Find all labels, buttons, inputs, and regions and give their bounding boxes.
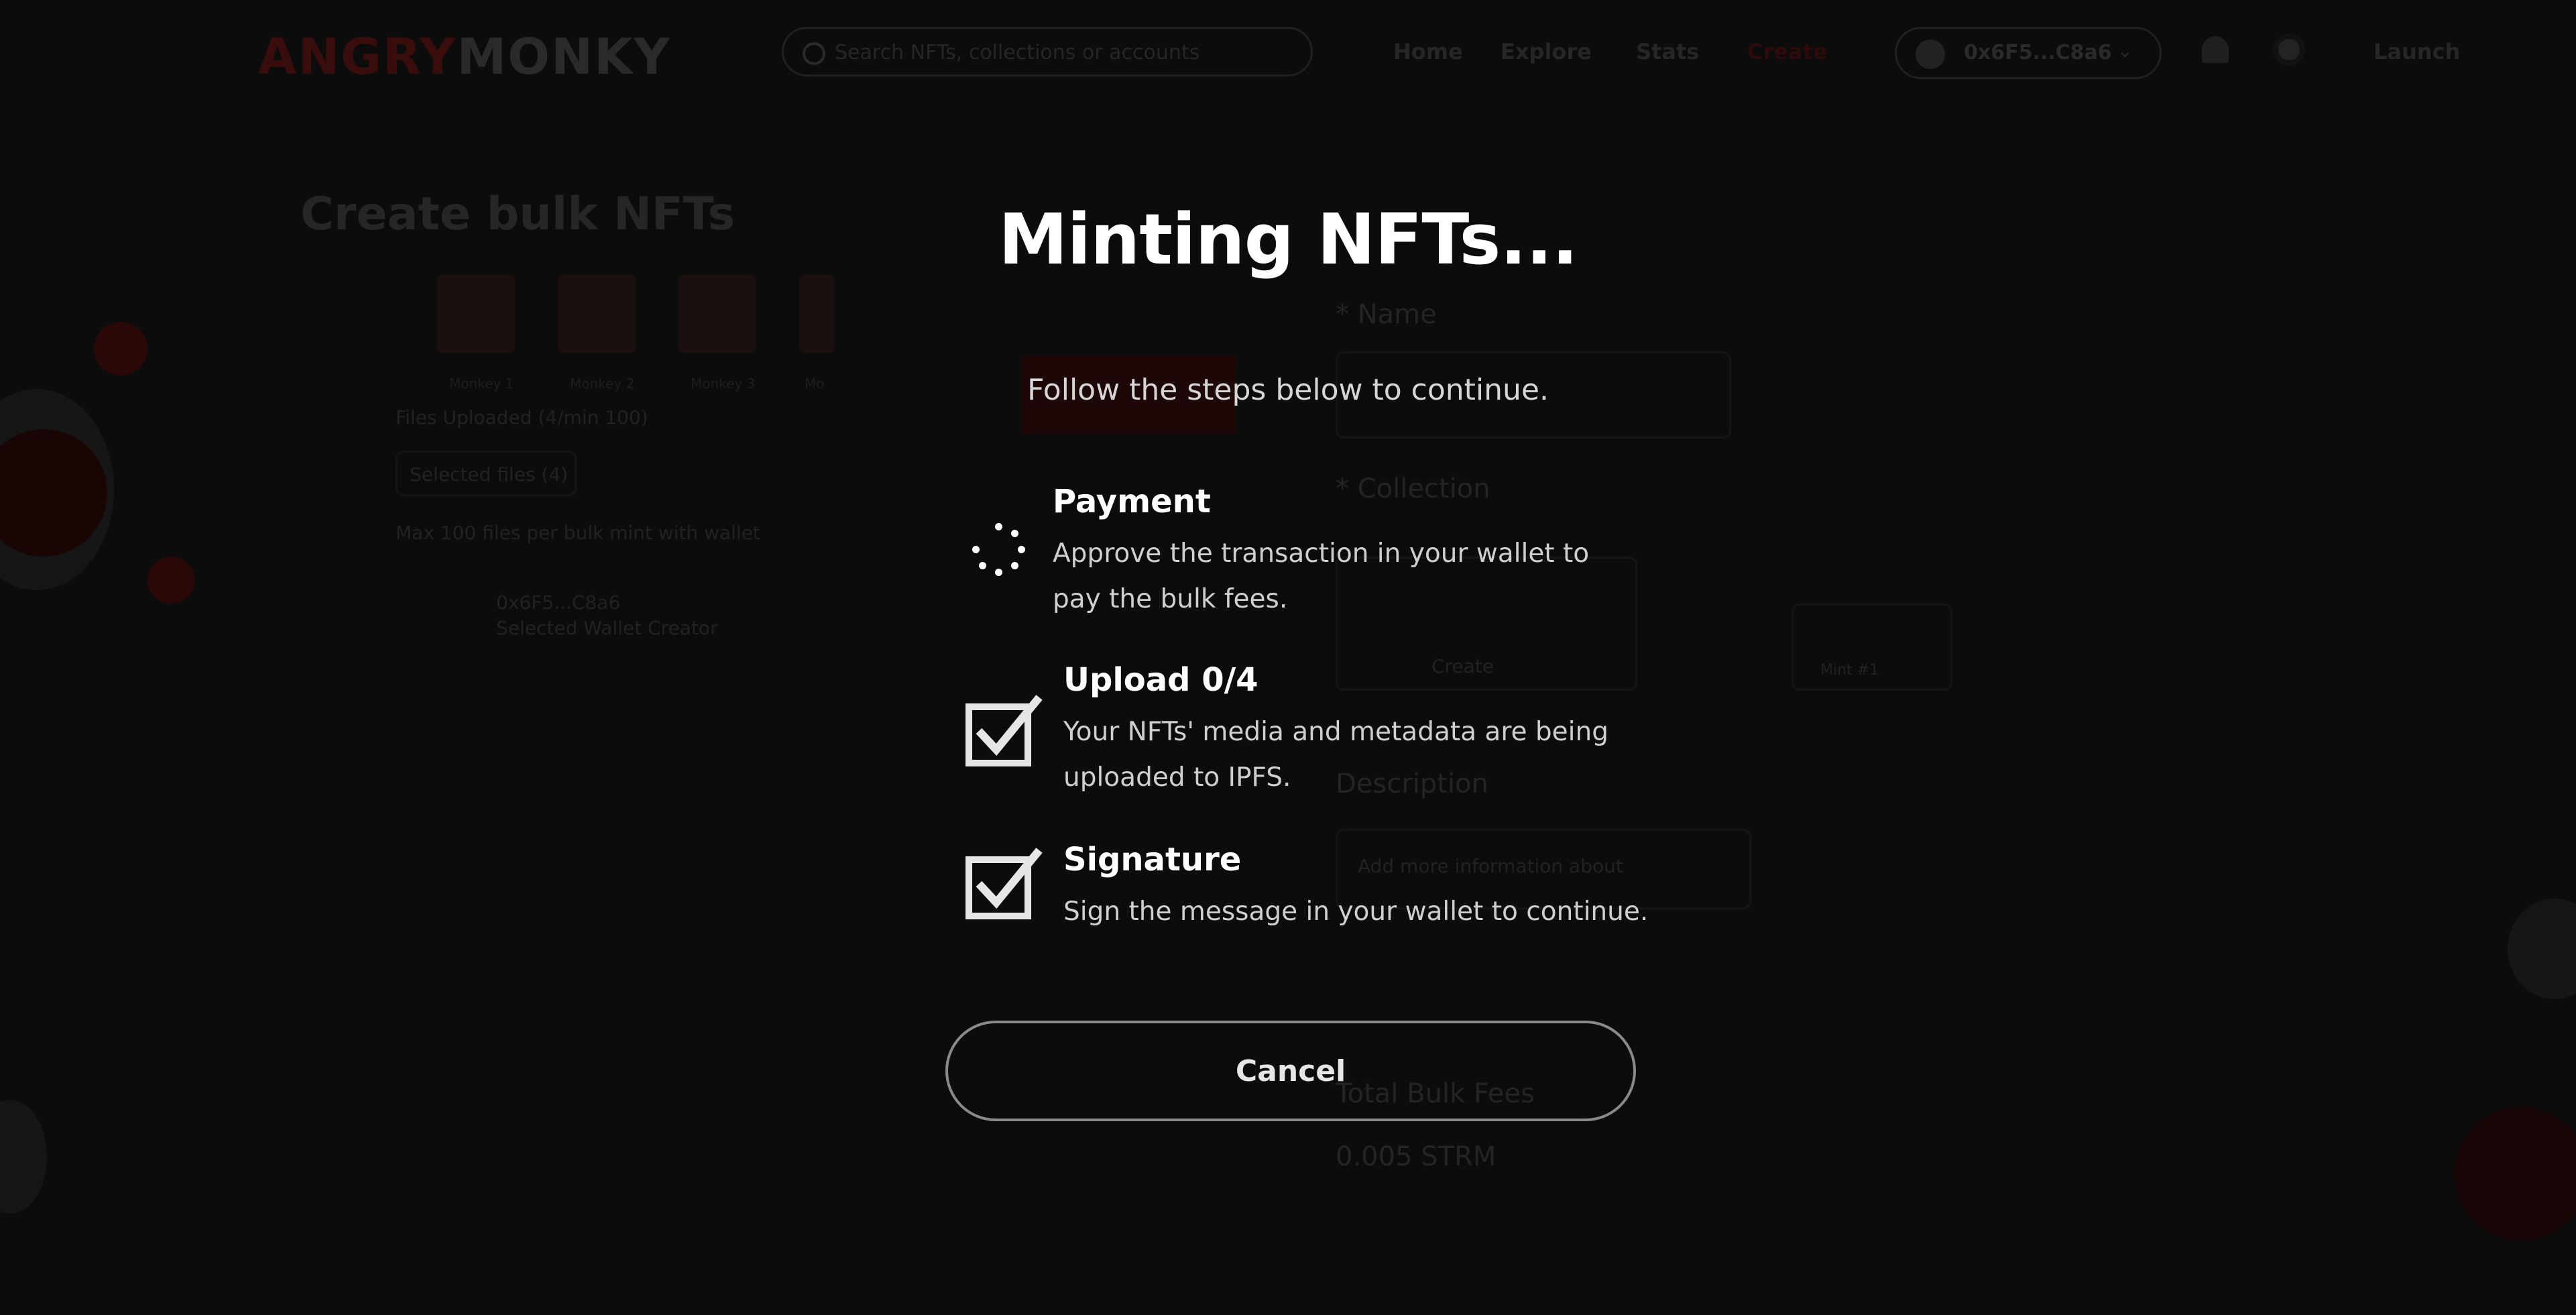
- step-description: Your NFTs' media and metadata are being …: [1063, 717, 1608, 793]
- step-description: Approve the transaction in your wallet t…: [1053, 538, 1590, 614]
- step-title: Signature: [1063, 841, 1242, 878]
- nav-home: Home: [1393, 39, 1463, 64]
- avatar: [1916, 40, 1945, 69]
- loading-spinner-icon: [972, 523, 1026, 577]
- nav-create: Create: [1747, 39, 1828, 64]
- creator-role: Selected Wallet Creator: [496, 617, 718, 639]
- decorative-shape: [0, 1100, 47, 1214]
- cancel-button[interactable]: Cancel: [945, 1021, 1636, 1121]
- nft-thumbnail: [558, 275, 636, 353]
- nav-explore: Explore: [1501, 39, 1592, 64]
- collection-tile: Mint #1: [1792, 604, 1952, 691]
- checkbox-checked-icon: [965, 695, 1043, 766]
- decorative-shape: [2454, 1106, 2576, 1241]
- step-title: Payment: [1053, 483, 1211, 520]
- name-label: * Name: [1336, 299, 1437, 330]
- selected-files-box: Selected files (4): [396, 451, 577, 496]
- wallet-address: 0x6F5...C8a6: [1964, 41, 2112, 64]
- wallet-pill: 0x6F5...C8a6 ⌄: [1895, 27, 2162, 79]
- upload-hint: Max 100 files per bulk mint with wallet: [396, 522, 760, 544]
- modal-subtitle: Follow the steps below to continue.: [1027, 373, 1549, 407]
- search-placeholder: Search NFTs, collections or accounts: [835, 41, 1200, 64]
- decorative-shape: [148, 557, 194, 604]
- step-description: Sign the message in your wallet to conti…: [1063, 897, 1649, 927]
- modal-title: Minting NFTs...: [998, 198, 1578, 280]
- nav-stats: Stats: [1636, 39, 1700, 64]
- step-title: Upload 0/4: [1063, 661, 1258, 699]
- chevron-down-icon: ⌄: [2117, 40, 2133, 62]
- step-payment: Payment Approve the transaction in your …: [963, 469, 1633, 630]
- nft-thumbnail: [437, 275, 515, 353]
- step-upload: Upload 0/4 Your NFTs' media and metadata…: [963, 649, 1633, 810]
- decorative-shape: [2508, 899, 2576, 999]
- background-header: ANGRYMONKY Search NFTs, collections or a…: [0, 0, 2576, 114]
- nft-thumbnail: [799, 275, 834, 353]
- step-signature: Signature Sign the message in your walle…: [963, 829, 1648, 936]
- decorative-shape: [94, 322, 148, 376]
- search-input: Search NFTs, collections or accounts: [782, 27, 1313, 76]
- nft-thumbnail: [679, 275, 756, 353]
- launch-link: Launch: [2374, 39, 2461, 64]
- files-uploaded-text: Files Uploaded (4/min 100): [396, 406, 648, 428]
- creator-address: 0x6F5...C8a6: [496, 591, 621, 614]
- sun-icon: [2278, 39, 2300, 60]
- total-fees-value: 0.005 STRM: [1336, 1141, 1497, 1172]
- checkbox-checked-icon: [965, 848, 1043, 919]
- brand-logo: ANGRYMONKY: [258, 28, 671, 86]
- search-icon: [803, 42, 825, 65]
- page: ANGRYMONKY Search NFTs, collections or a…: [0, 0, 2576, 1315]
- bell-icon: [2202, 36, 2229, 63]
